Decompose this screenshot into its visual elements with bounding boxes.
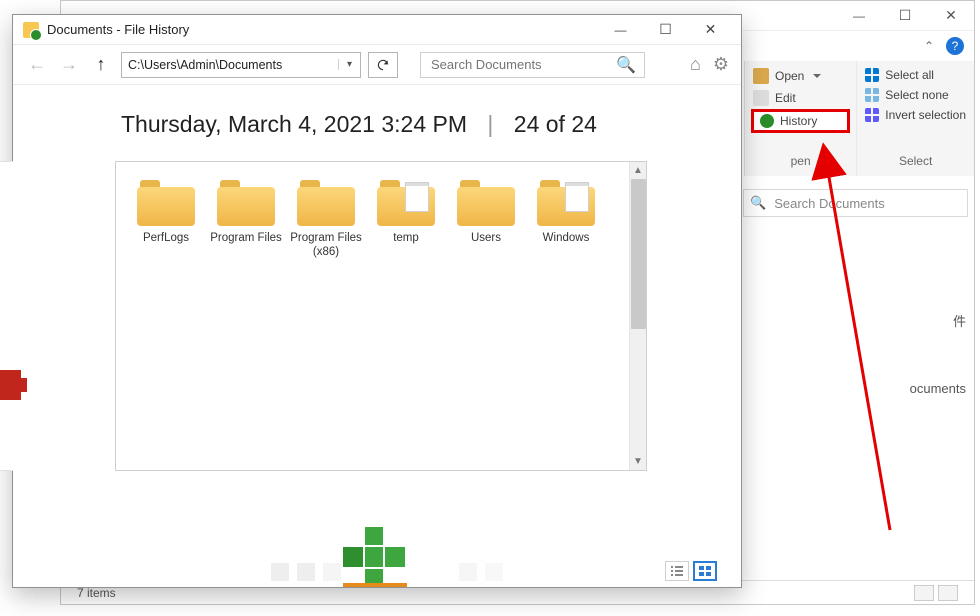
ribbon-collapse-icon[interactable]: ⌃ — [924, 39, 934, 53]
bg-search-placeholder: Search Documents — [774, 196, 885, 211]
refresh-icon — [376, 58, 390, 72]
folder-icon — [217, 180, 275, 226]
address-bar[interactable]: ▾ — [121, 52, 361, 78]
document-in-folder-icon — [405, 182, 429, 212]
red-marker — [0, 370, 21, 400]
scroll-thumb[interactable] — [631, 179, 646, 329]
window-title: Documents - File History — [47, 22, 189, 37]
select-none-button[interactable]: Select none — [863, 85, 968, 105]
dropdown-caret-icon — [813, 74, 821, 82]
scroll-down-icon[interactable]: ▼ — [630, 453, 646, 470]
fh-search-box[interactable]: 🔍 — [420, 52, 645, 78]
folder-icon — [537, 180, 595, 226]
invert-selection-button[interactable]: Invert selection — [863, 105, 968, 125]
content-pane: PerfLogsProgram FilesProgram Files (x86)… — [115, 161, 647, 471]
bg-maximize-button[interactable] — [882, 1, 928, 31]
select-all-label: Select all — [885, 68, 934, 82]
ribbon-history-button[interactable]: History — [751, 109, 850, 133]
vertical-scrollbar[interactable]: ▲ ▼ — [629, 162, 646, 470]
ribbon-select-group-label: Select — [863, 150, 968, 172]
fh-body: Thursday, March 4, 2021 3:24 PM | 24 of … — [13, 85, 741, 587]
bg-nav-item-2[interactable]: ocuments — [910, 381, 966, 396]
address-dropdown-icon[interactable]: ▾ — [338, 59, 360, 70]
folder-label: Program Files (x86) — [286, 232, 366, 260]
help-icon[interactable]: ? — [946, 37, 964, 55]
folder-icon — [297, 180, 355, 226]
refresh-button[interactable] — [368, 52, 398, 78]
folder-label: PerfLogs — [126, 232, 206, 258]
folder-item[interactable]: Program Files (x86) — [286, 180, 366, 260]
folder-grid: PerfLogsProgram FilesProgram Files (x86)… — [116, 162, 628, 470]
fh-search-input[interactable] — [429, 56, 616, 73]
nav-forward-button[interactable]: → — [57, 53, 81, 77]
address-input[interactable] — [122, 58, 338, 72]
view-toggle — [665, 561, 717, 581]
file-history-window: Documents - File History ← → ↑ ▾ 🔍 ⌂ ⚙ T… — [12, 14, 742, 588]
bg-nav-item-1[interactable]: 件 — [953, 311, 966, 330]
fh-toolbar: ← → ↑ ▾ 🔍 ⌂ ⚙ — [13, 45, 741, 85]
bg-close-button[interactable] — [928, 1, 974, 31]
folder-icon — [377, 180, 435, 226]
history-icon — [760, 114, 774, 128]
ribbon-open-label: Open — [775, 69, 804, 83]
ribbon-section: Open Edit History pen Select all Select … — [744, 61, 974, 176]
ribbon-edit-label: Edit — [775, 91, 796, 105]
invert-selection-label: Invert selection — [885, 108, 966, 122]
settings-button[interactable]: ⚙ — [713, 54, 729, 75]
select-none-icon — [865, 88, 879, 102]
edit-icon — [753, 90, 769, 106]
folder-item[interactable]: Program Files — [206, 180, 286, 260]
invert-selection-icon — [865, 108, 879, 122]
grid-view-icon — [699, 566, 711, 576]
document-in-folder-icon — [565, 182, 589, 212]
bg-search-box[interactable]: 🔍 Search Documents — [743, 189, 968, 217]
view-list-button[interactable] — [665, 561, 689, 581]
view-icons-button[interactable] — [693, 561, 717, 581]
snapshot-header: Thursday, March 4, 2021 3:24 PM | 24 of … — [13, 85, 741, 148]
nav-back-button[interactable]: ← — [25, 53, 49, 77]
folder-item[interactable]: Users — [446, 180, 526, 260]
folder-label: Users — [446, 232, 526, 258]
snapshot-timestamp: Thursday, March 4, 2021 3:24 PM — [121, 111, 467, 137]
folder-label: Windows — [526, 232, 606, 258]
list-view-icon — [671, 566, 683, 576]
select-all-button[interactable]: Select all — [863, 65, 968, 85]
open-icon — [753, 68, 769, 84]
folder-label: temp — [366, 232, 446, 258]
ribbon-open-group: Open Edit History pen — [745, 61, 857, 176]
close-button[interactable] — [688, 15, 733, 45]
search-icon: 🔍 — [750, 195, 766, 211]
fh-titlebar: Documents - File History — [13, 15, 741, 45]
status-view-icons[interactable] — [938, 585, 958, 601]
ribbon-open-group-label: pen — [751, 150, 850, 172]
folder-item[interactable]: Windows — [526, 180, 606, 260]
nav-up-button[interactable]: ↑ — [89, 53, 113, 77]
ribbon-edit-button[interactable]: Edit — [751, 87, 850, 109]
folder-icon — [457, 180, 515, 226]
folder-label: Program Files — [206, 232, 286, 258]
select-all-icon — [865, 68, 879, 82]
minimize-button[interactable] — [598, 15, 643, 45]
folder-item[interactable]: temp — [366, 180, 446, 260]
ribbon-history-label: History — [780, 114, 817, 128]
folder-icon — [137, 180, 195, 226]
ribbon-open-button[interactable]: Open — [751, 65, 850, 87]
green-cross-decoration — [343, 527, 413, 587]
file-history-app-icon — [23, 22, 39, 38]
prev-snapshot-panel[interactable] — [0, 161, 13, 471]
scroll-up-icon[interactable]: ▲ — [630, 162, 646, 179]
folder-item[interactable]: PerfLogs — [126, 180, 206, 260]
ribbon-select-group: Select all Select none Invert selection … — [857, 61, 974, 176]
home-button[interactable]: ⌂ — [690, 54, 701, 75]
maximize-button[interactable] — [643, 15, 688, 45]
search-icon: 🔍 — [616, 55, 636, 75]
status-view-details[interactable] — [914, 585, 934, 601]
header-separator: | — [487, 111, 493, 137]
snapshot-position: 24 of 24 — [514, 111, 597, 137]
bg-minimize-button[interactable] — [836, 1, 882, 31]
select-none-label: Select none — [885, 88, 948, 102]
